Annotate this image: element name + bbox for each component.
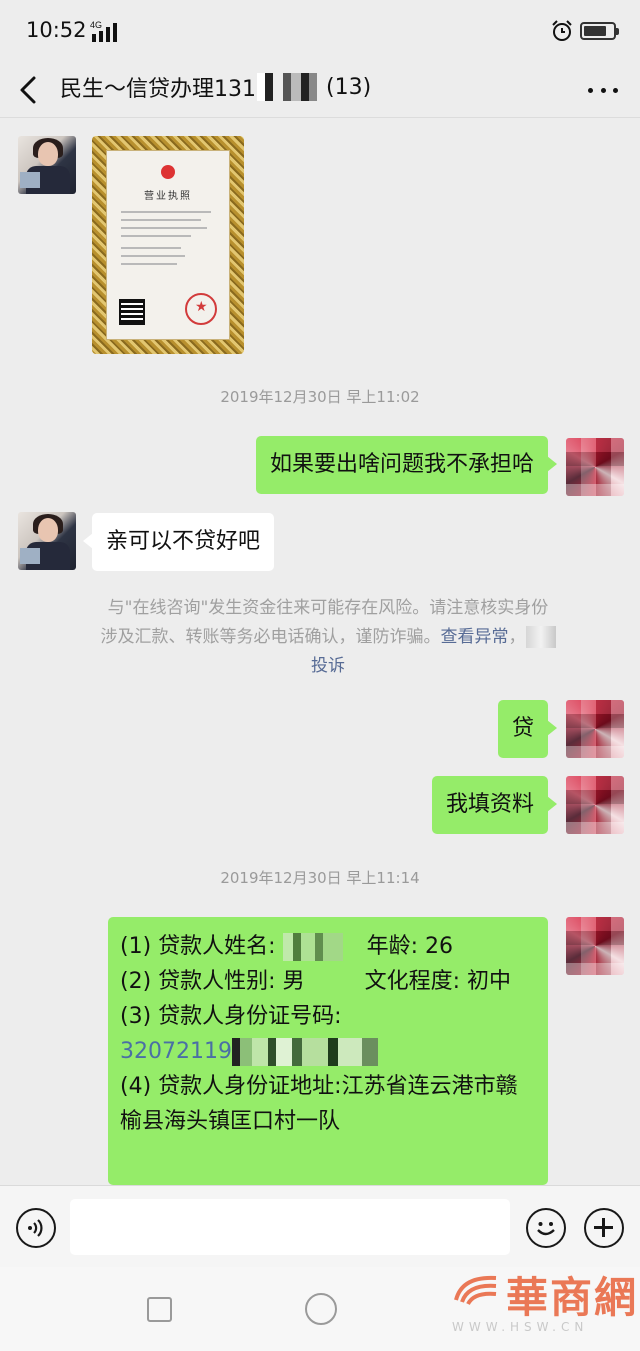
form-row-gender: (2) 贷款人性别: 男 文化程度: 初中	[120, 969, 512, 994]
redacted-name	[282, 933, 343, 961]
dot-icon	[600, 87, 606, 93]
user-avatar[interactable]	[566, 700, 624, 758]
message-bubble-sent[interactable]: 我填资料	[431, 776, 558, 834]
national-emblem-icon	[161, 165, 175, 179]
emoji-button[interactable]	[526, 1208, 566, 1248]
message-input[interactable]	[70, 1199, 510, 1255]
smiley-icon	[537, 1222, 555, 1236]
input-bar	[0, 1185, 640, 1267]
signal-icon: 4G	[90, 20, 117, 42]
chat-title-text: 民生～信贷办理131	[60, 77, 256, 102]
watermark-text: 華商網	[506, 1273, 639, 1322]
loan-form-message[interactable]: (1) 贷款人姓名: 年龄: 26 (2) 贷款人性别: 男 文化程度: 初中 …	[108, 917, 548, 1185]
redacted-text	[525, 626, 556, 648]
notice-line-1: 与"在线咨询"发生资金往来可能存在风险。请注意核实身份	[107, 598, 549, 618]
user-avatar[interactable]	[566, 776, 624, 834]
status-time: 10:52	[26, 18, 87, 42]
watermark-logo: 華商網 WWW.HSW.CN	[450, 1262, 636, 1342]
redacted-number	[257, 73, 325, 101]
message-bubble-sent[interactable]: 如果要出啥问题我不承担哈	[255, 436, 558, 494]
form-row-name: (1) 贷款人姓名: 年龄: 26	[120, 933, 453, 961]
red-seal-icon	[185, 293, 217, 325]
fraud-warning-notice: 与"在线咨询"发生资金往来可能存在风险。请注意核实身份 涉及汇款、转账等务必电话…	[48, 594, 608, 681]
back-arrow-icon[interactable]	[14, 72, 46, 108]
dot-icon	[588, 87, 593, 93]
recent-apps-button[interactable]	[147, 1297, 172, 1322]
contact-avatar[interactable]	[18, 512, 76, 570]
message-bubble-received[interactable]: 亲可以不贷好吧	[82, 513, 275, 571]
hsw-logo-icon	[454, 1275, 497, 1306]
license-title: 营业执照	[144, 191, 192, 202]
business-license-image[interactable]: 营业执照	[92, 136, 244, 354]
voice-icon	[28, 1219, 43, 1237]
more-options-button[interactable]	[588, 78, 618, 102]
timestamp: 2019年12月30日 早上11:14	[220, 869, 420, 887]
user-avatar[interactable]	[566, 438, 624, 496]
dot-icon	[613, 87, 618, 93]
redacted-id-number	[231, 1038, 378, 1066]
battery-icon	[580, 22, 619, 40]
notice-line-2: 涉及汇款、转账等务必电话确认，谨防诈骗。	[100, 627, 441, 647]
message-bubble-sent[interactable]: 贷	[497, 700, 558, 758]
form-row-id-number: 32072119	[120, 1034, 536, 1069]
alarm-clock-icon	[552, 20, 572, 41]
svg-text:4G: 4G	[90, 20, 102, 30]
status-bar: 10:52 4G	[0, 0, 640, 62]
user-avatar[interactable]	[566, 917, 624, 975]
report-link[interactable]: 投诉	[311, 656, 345, 676]
timestamp: 2019年12月30日 早上11:02	[220, 388, 420, 406]
member-count: (13)	[326, 74, 372, 100]
voice-input-button[interactable]	[16, 1208, 56, 1248]
battery-level	[584, 26, 606, 36]
form-row-address: (4) 贷款人身份证地址:江苏省连云港市赣榆县海头镇匡口村一队	[120, 1074, 518, 1134]
more-functions-button[interactable]	[584, 1208, 624, 1248]
watermark-url: WWW.HSW.CN	[452, 1320, 589, 1334]
check-abnormal-link[interactable]: 查看异常	[441, 627, 509, 647]
chat-header: 民生～信贷办理131 (13)	[0, 62, 640, 118]
qr-code-icon	[119, 299, 145, 325]
form-row-id-label: (3) 贷款人身份证号码:	[120, 1004, 342, 1029]
chat-title: 民生～信贷办理131 (13)	[60, 71, 371, 103]
contact-avatar[interactable]	[18, 136, 76, 194]
home-button[interactable]	[305, 1293, 337, 1325]
